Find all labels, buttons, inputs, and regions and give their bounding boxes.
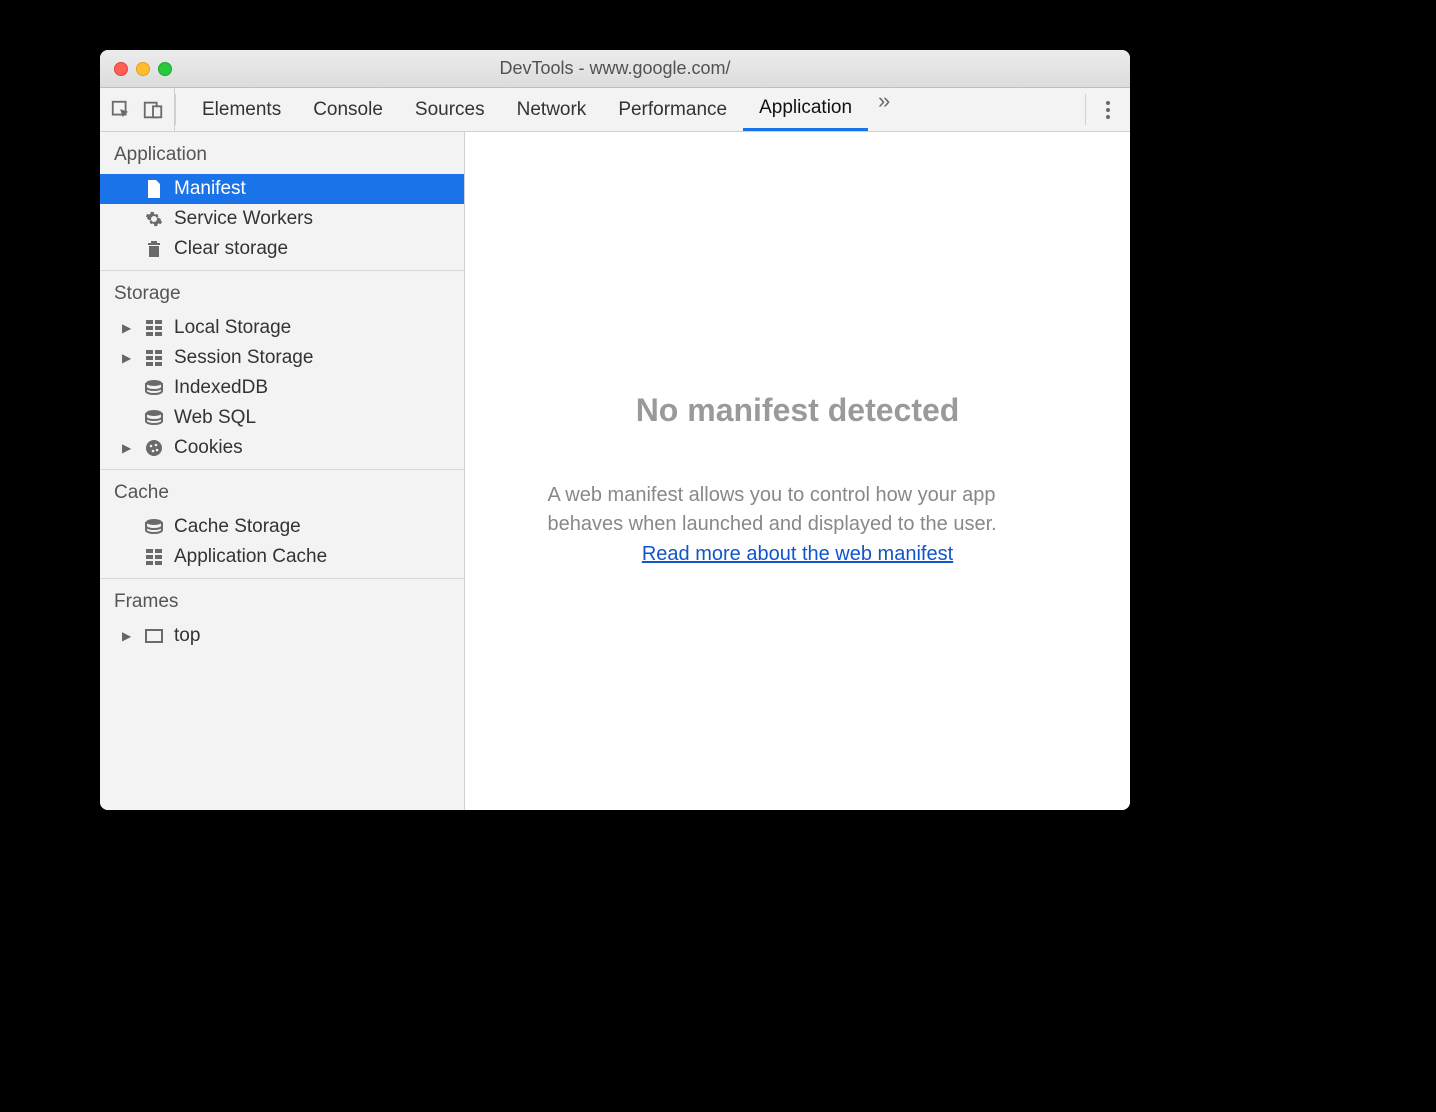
application-sidebar: Application Manifest Service Workers — [100, 132, 465, 810]
tab-label: Network — [517, 99, 587, 121]
sidebar-item-manifest[interactable]: Manifest — [100, 174, 464, 204]
database-icon — [144, 517, 164, 537]
sidebar-item-service-workers[interactable]: Service Workers — [100, 204, 464, 234]
sidebar-item-indexeddb[interactable]: IndexedDB — [100, 373, 464, 403]
tab-network[interactable]: Network — [501, 88, 603, 131]
disclosure-triangle-icon[interactable]: ▶ — [122, 321, 134, 335]
tab-label: Elements — [202, 99, 281, 121]
sidebar-item-label: Local Storage — [174, 317, 291, 339]
sidebar-item-application-cache[interactable]: Application Cache — [100, 542, 464, 572]
sidebar-item-label: Cache Storage — [174, 516, 301, 538]
sidebar-item-label: Web SQL — [174, 407, 256, 429]
manifest-panel: No manifest detected A web manifest allo… — [465, 132, 1130, 810]
tab-sources[interactable]: Sources — [399, 88, 501, 131]
inspect-element-icon[interactable] — [110, 99, 132, 121]
file-icon — [144, 179, 164, 199]
tab-label: Console — [313, 99, 383, 121]
sidebar-item-session-storage[interactable]: ▶ Session Storage — [100, 343, 464, 373]
cookie-icon — [144, 438, 164, 458]
grid-icon — [144, 348, 164, 368]
sidebar-item-label: Clear storage — [174, 238, 288, 260]
panel-tabs: Elements Console Sources Network Perform… — [176, 88, 1085, 131]
tab-label: Sources — [415, 99, 485, 121]
settings-menu-icon[interactable] — [1100, 101, 1116, 119]
tab-performance[interactable]: Performance — [602, 88, 743, 131]
section-storage: Storage — [100, 271, 464, 313]
sidebar-item-top-frame[interactable]: ▶ top — [100, 621, 464, 651]
section-cache: Cache — [100, 470, 464, 512]
sidebar-item-local-storage[interactable]: ▶ Local Storage — [100, 313, 464, 343]
section-application: Application — [100, 132, 464, 174]
gear-icon — [144, 209, 164, 229]
database-icon — [144, 378, 164, 398]
tab-label: Performance — [618, 99, 727, 121]
frame-icon — [144, 626, 164, 646]
section-frames: Frames — [100, 579, 464, 621]
sidebar-item-cookies[interactable]: ▶ Cookies — [100, 433, 464, 463]
window-title: DevTools - www.google.com/ — [100, 58, 1130, 79]
sidebar-item-clear-storage[interactable]: Clear storage — [100, 234, 464, 264]
empty-state-heading: No manifest detected — [636, 392, 960, 429]
sidebar-item-websql[interactable]: Web SQL — [100, 403, 464, 433]
sidebar-item-label: IndexedDB — [174, 377, 268, 399]
tab-console[interactable]: Console — [297, 88, 399, 131]
sidebar-item-label: Cookies — [174, 437, 243, 459]
disclosure-triangle-icon[interactable]: ▶ — [122, 629, 134, 643]
sidebar-item-cache-storage[interactable]: Cache Storage — [100, 512, 464, 542]
tab-label: Application — [759, 97, 852, 119]
disclosure-triangle-icon[interactable]: ▶ — [122, 351, 134, 365]
read-more-link[interactable]: Read more about the web manifest — [642, 543, 953, 566]
window-titlebar: DevTools - www.google.com/ — [100, 50, 1130, 88]
more-tabs-icon[interactable]: » — [868, 88, 900, 131]
device-toolbar-icon[interactable] — [142, 99, 164, 121]
database-icon — [144, 408, 164, 428]
sidebar-item-label: Manifest — [174, 178, 246, 200]
trash-icon — [144, 239, 164, 259]
tab-elements[interactable]: Elements — [186, 88, 297, 131]
empty-state-description: A web manifest allows you to control how… — [548, 481, 1048, 539]
devtools-toolbar: Elements Console Sources Network Perform… — [100, 88, 1130, 132]
devtools-window: DevTools - www.google.com/ Elements Cons… — [100, 50, 1130, 810]
disclosure-triangle-icon[interactable]: ▶ — [122, 441, 134, 455]
tab-application[interactable]: Application — [743, 88, 868, 131]
sidebar-item-label: Service Workers — [174, 208, 313, 230]
grid-icon — [144, 547, 164, 567]
sidebar-item-label: Session Storage — [174, 347, 313, 369]
grid-icon — [144, 318, 164, 338]
sidebar-item-label: top — [174, 625, 200, 647]
sidebar-item-label: Application Cache — [174, 546, 327, 568]
